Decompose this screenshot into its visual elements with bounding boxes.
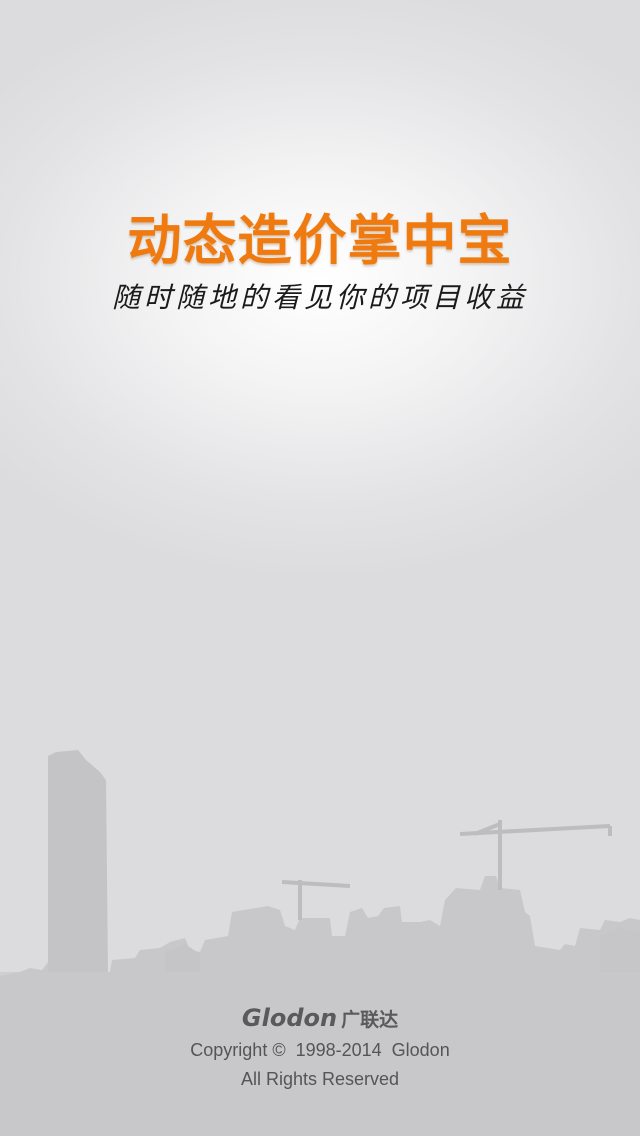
footer: Glodon 广联达 Copyright © 1998-2014 Glodon …: [0, 1000, 640, 1090]
splash-screen: 动态造价掌中宝 随时随地的看见你的项目收益 Glodon 广联达 Copyrig…: [0, 0, 640, 1136]
brand-chinese-name: 广联达: [341, 1009, 399, 1031]
glodon-logo: Glodon 广联达: [242, 1004, 398, 1032]
app-title: 动态造价掌中宝: [127, 209, 513, 272]
copyright-text: Copyright © 1998-2014 Glodon: [190, 1040, 450, 1060]
rights-text: All Rights Reserved: [240, 1069, 400, 1089]
app-slogan: 随时随地的看见你的项目收益: [111, 281, 528, 314]
brand-latin-name: Glodon: [241, 1004, 338, 1032]
